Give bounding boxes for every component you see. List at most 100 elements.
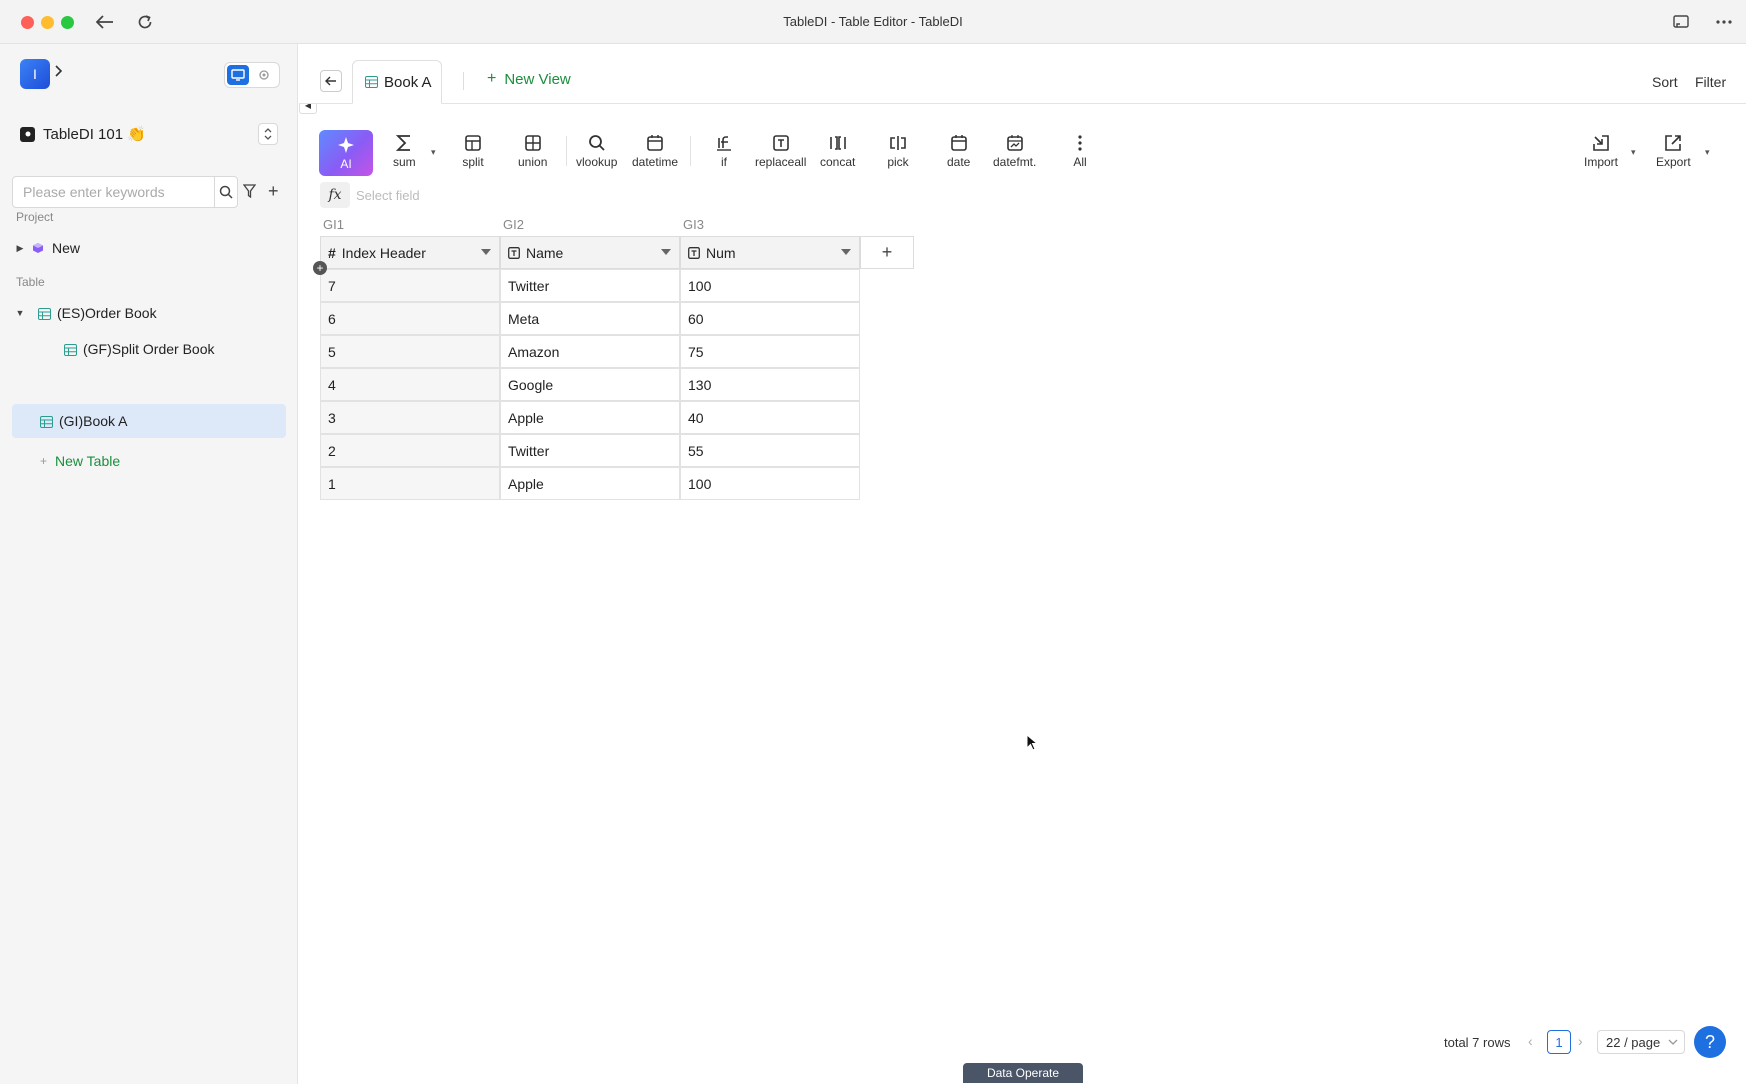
column-header-num[interactable]: Num [680, 236, 860, 269]
new-view-button[interactable]: + New View [487, 70, 571, 88]
sidebar-item-book-a[interactable]: (GI)Book A [12, 404, 286, 438]
table-cell[interactable]: 5 [320, 335, 500, 368]
table-cell[interactable]: Meta [500, 302, 680, 335]
more-options-icon[interactable] [1713, 11, 1735, 33]
table-cell[interactable]: 4 [320, 368, 500, 401]
filter-icon[interactable] [242, 184, 257, 201]
table-cell[interactable]: 7 [320, 269, 500, 302]
ai-button[interactable]: AI [319, 130, 373, 176]
project-switch-icon[interactable] [258, 123, 278, 145]
app-logo[interactable]: I [20, 59, 50, 89]
table-icon [38, 307, 51, 320]
chevron-right-icon[interactable] [54, 64, 63, 80]
project-selector[interactable]: TableDI 101 👏 [20, 120, 278, 148]
replace-icon [770, 132, 792, 154]
table-cell[interactable]: 1 [320, 467, 500, 500]
export-button[interactable]: Export [1656, 132, 1691, 169]
filter-button[interactable]: Filter [1695, 74, 1726, 90]
total-rows-label: total 7 rows [1444, 1035, 1511, 1050]
column-id: GI3 [683, 217, 704, 232]
all-functions-button[interactable]: All [1069, 132, 1091, 169]
import-button[interactable]: Import [1584, 132, 1618, 169]
table-cell[interactable]: 75 [680, 335, 860, 368]
sigma-icon [393, 132, 415, 154]
export-dropdown-icon[interactable]: ▾ [1705, 147, 1710, 158]
table-icon [40, 415, 53, 428]
table-cell[interactable]: 6 [320, 302, 500, 335]
sidebar-item-split-order-book[interactable]: (GF)Split Order Book [12, 332, 286, 366]
concat-button[interactable]: concat [820, 132, 855, 169]
table-icon [64, 343, 77, 356]
table-cell[interactable]: 60 [680, 302, 860, 335]
table-cell[interactable]: 55 [680, 434, 860, 467]
table-cell[interactable]: 40 [680, 401, 860, 434]
tab-book-a[interactable]: Book A [352, 60, 442, 104]
help-button[interactable]: ? [1694, 1026, 1726, 1058]
vlookup-button[interactable]: vlookup [576, 132, 617, 169]
formula-field-input[interactable]: Select field [356, 188, 420, 203]
fx-icon[interactable]: fx [320, 182, 350, 208]
union-button[interactable]: union [518, 132, 547, 169]
table-cell[interactable]: 2 [320, 434, 500, 467]
table-cell[interactable]: Twitter [500, 434, 680, 467]
table-cell[interactable]: Apple [500, 467, 680, 500]
table-cell[interactable]: Twitter [500, 269, 680, 302]
split-button[interactable]: split [462, 132, 484, 169]
table-cell[interactable]: 3 [320, 401, 500, 434]
sum-label: sum [393, 155, 416, 169]
caret-down-icon[interactable]: ▼ [12, 308, 28, 318]
toolbar-divider [690, 136, 691, 166]
desktop-view-icon[interactable] [227, 65, 249, 85]
table-cell[interactable]: Google [500, 368, 680, 401]
datetime-button[interactable]: datetime [632, 132, 678, 169]
column-header-name[interactable]: Name [500, 236, 680, 269]
column-menu-icon[interactable] [481, 249, 491, 255]
title-bar: TableDI - Table Editor - TableDI [0, 0, 1746, 44]
export-label: Export [1656, 155, 1691, 169]
project-item-new[interactable]: ▶ New [12, 231, 286, 265]
search-input[interactable] [13, 177, 215, 207]
table-cell[interactable]: 100 [680, 467, 860, 500]
table-cell[interactable]: 130 [680, 368, 860, 401]
back-arrow-icon[interactable] [320, 70, 342, 92]
sum-dropdown-icon[interactable]: ▾ [431, 147, 436, 158]
add-column-button[interactable]: + [860, 236, 914, 269]
table-cell[interactable]: Amazon [500, 335, 680, 368]
data-operate-tab[interactable]: Data Operate [963, 1063, 1083, 1083]
date-button[interactable]: date [947, 132, 970, 169]
union-icon [522, 132, 544, 154]
replaceall-label: replaceall [755, 155, 807, 169]
new-table-label: New Table [55, 453, 121, 469]
sidebar-item-order-book[interactable]: ▼ (ES)Order Book [12, 296, 286, 330]
export-icon [1662, 132, 1684, 154]
search-icon[interactable] [215, 177, 237, 207]
table-item-label: (ES)Order Book [57, 305, 157, 321]
table-section-label: Table [16, 275, 45, 289]
add-icon[interactable]: + [268, 181, 279, 202]
page-number-button[interactable]: 1 [1547, 1030, 1571, 1054]
pick-label: pick [887, 155, 909, 169]
import-dropdown-icon[interactable]: ▾ [1631, 147, 1636, 158]
caret-right-icon[interactable]: ▶ [12, 243, 28, 254]
calendar-format-icon [1004, 132, 1026, 154]
next-page-icon[interactable]: › [1578, 1033, 1583, 1049]
new-table-button[interactable]: + New Table [12, 444, 286, 478]
sum-button[interactable]: sum [393, 132, 416, 169]
page-size-select[interactable]: 22 / page [1597, 1030, 1685, 1054]
sort-button[interactable]: Sort [1652, 74, 1678, 90]
settings-gear-icon[interactable] [253, 65, 275, 85]
column-menu-icon[interactable] [661, 249, 671, 255]
datefmt-button[interactable]: datefmt. [993, 132, 1036, 169]
replaceall-button[interactable]: replaceall [755, 132, 806, 169]
table-cell[interactable]: 100 [680, 269, 860, 302]
pick-button[interactable]: pick [887, 132, 909, 169]
add-row-icon[interactable]: + [313, 261, 327, 275]
column-menu-icon[interactable] [841, 249, 851, 255]
concat-icon [827, 132, 849, 154]
prev-page-icon[interactable]: ‹ [1528, 1033, 1533, 1049]
if-button[interactable]: if [713, 132, 735, 169]
table-cell[interactable]: Apple [500, 401, 680, 434]
cast-icon[interactable] [1670, 11, 1692, 33]
column-header-index[interactable]: # Index Header [320, 236, 500, 269]
window-title: TableDI - Table Editor - TableDI [783, 14, 963, 29]
